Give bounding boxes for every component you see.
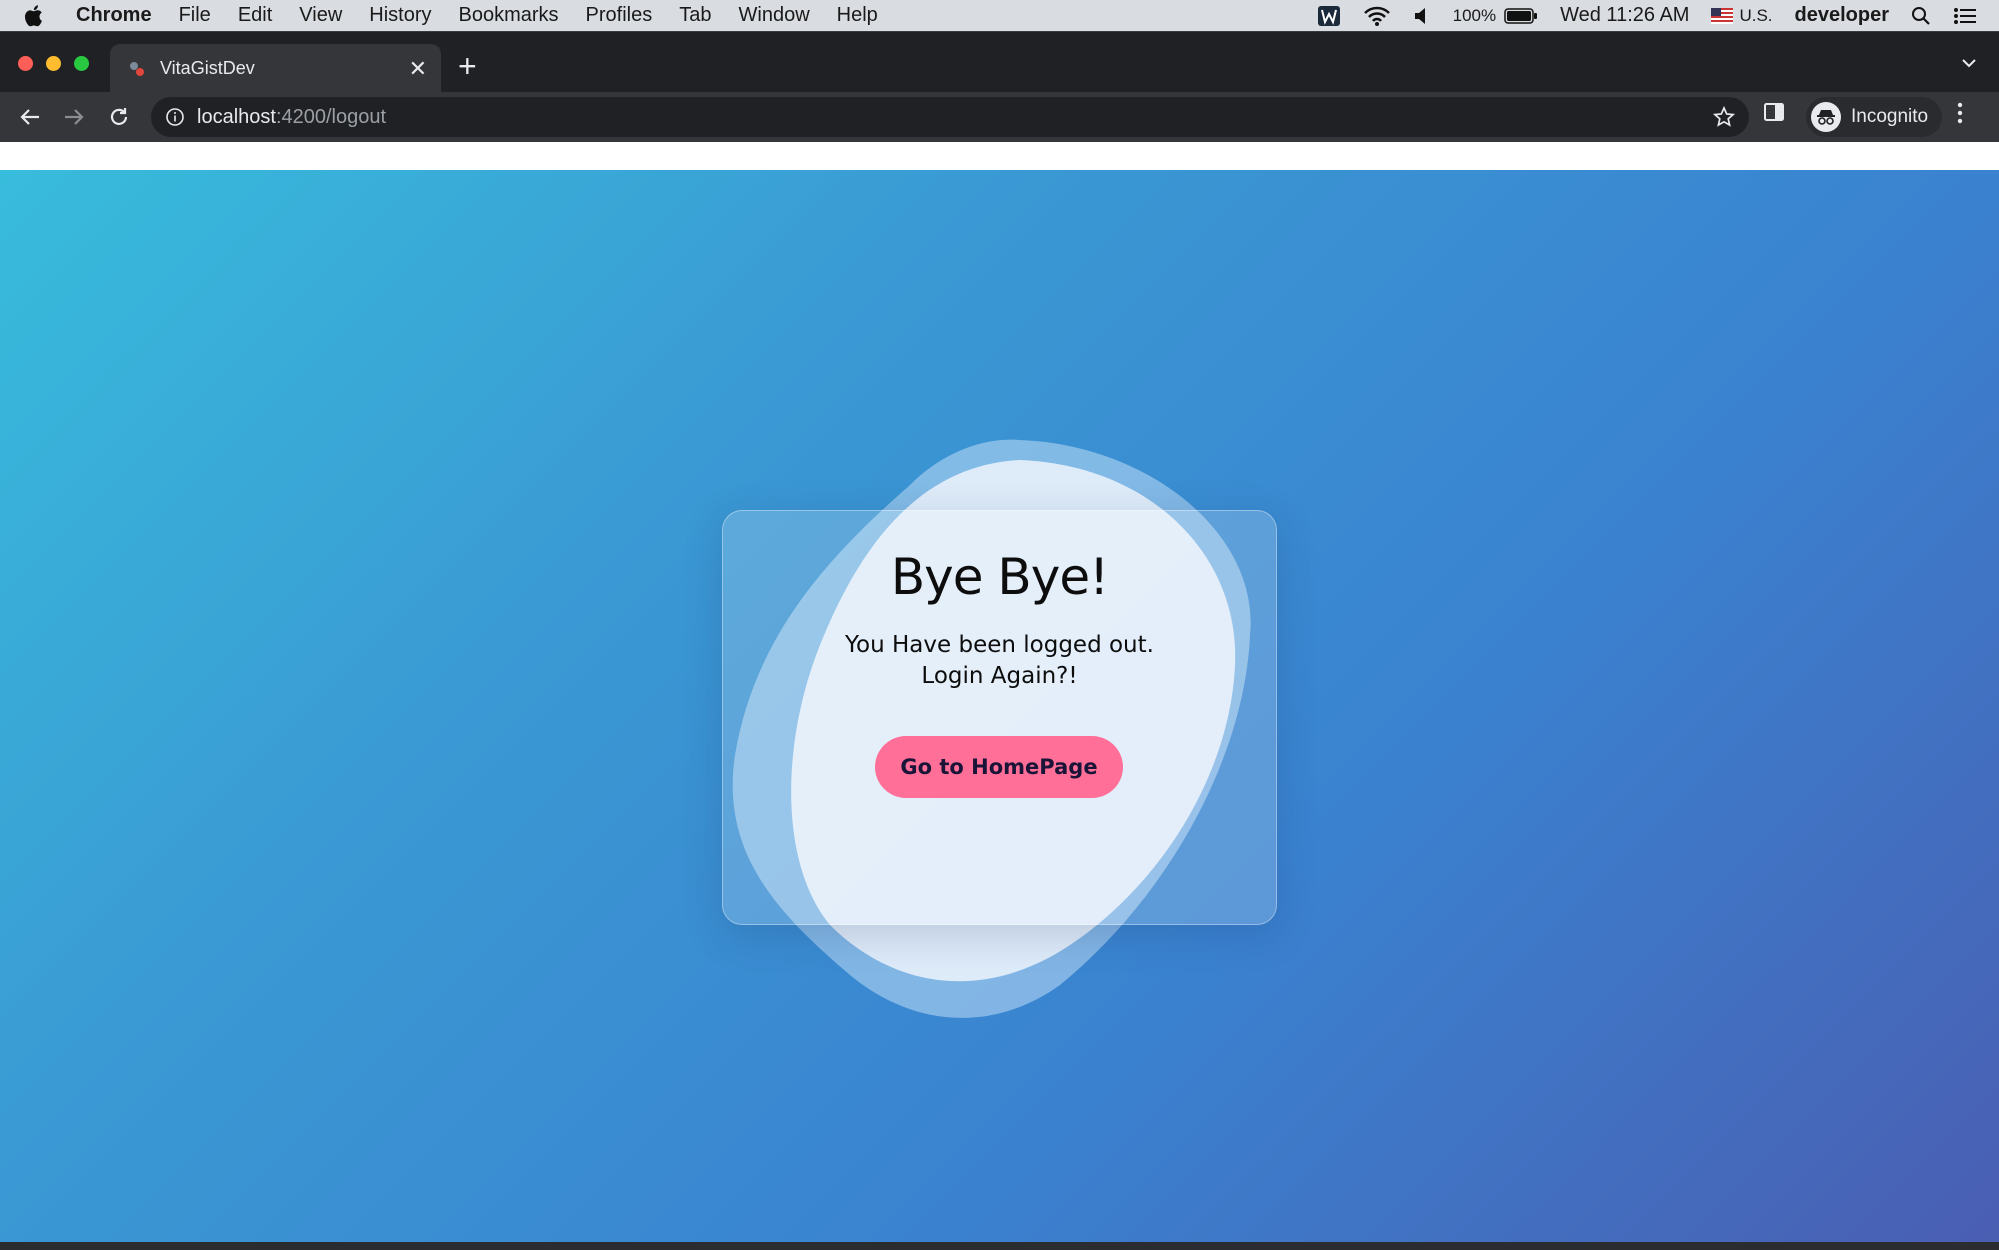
volume-icon[interactable] (1413, 6, 1431, 26)
spotlight-search-icon[interactable] (1911, 6, 1931, 26)
tab-title: VitaGistDev (160, 58, 255, 78)
logout-card-content: Bye Bye! You Have been logged out. Login… (722, 510, 1277, 925)
close-tab-icon[interactable]: ✕ (409, 57, 427, 80)
menu-view[interactable]: View (299, 4, 342, 27)
menu-help[interactable]: Help (837, 4, 878, 27)
site-info-icon[interactable] (165, 107, 185, 127)
menu-history[interactable]: History (369, 4, 431, 27)
web-page: Bye Bye! You Have been logged out. Login… (0, 142, 1999, 1242)
battery-icon[interactable] (1504, 7, 1538, 25)
close-window-button[interactable] (18, 56, 33, 71)
url-path: :4200/logout (275, 105, 387, 128)
url-host: localhost (197, 105, 276, 128)
input-source[interactable]: U.S. (1739, 6, 1772, 26)
browser-toolbar: localhost:4200/logout Incognito (0, 92, 1999, 142)
site-favicon-icon (128, 60, 146, 78)
us-flag-icon (1711, 7, 1734, 24)
address-bar[interactable]: localhost:4200/logout (151, 97, 1749, 137)
more-menu-icon[interactable] (1956, 101, 1964, 125)
writing-tool-icon[interactable] (1317, 5, 1341, 27)
menu-edit[interactable]: Edit (238, 4, 272, 27)
menu-file[interactable]: File (179, 4, 211, 27)
logout-message: You Have been logged out. Login Again?! (722, 630, 1277, 692)
browser-tab-strip: VitaGistDev ✕ + (0, 31, 1999, 93)
minimize-window-button[interactable] (46, 56, 61, 71)
menu-bookmarks[interactable]: Bookmarks (459, 4, 559, 27)
control-center-icon[interactable] (1953, 6, 1977, 26)
menu-tab[interactable]: Tab (679, 4, 711, 27)
back-arrow-icon[interactable] (8, 95, 52, 139)
apple-icon[interactable] (24, 4, 54, 28)
wifi-icon[interactable] (1363, 5, 1391, 27)
menu-window[interactable]: Window (739, 4, 810, 27)
incognito-label: Incognito (1851, 106, 1929, 127)
forward-arrow-icon[interactable] (52, 95, 96, 139)
user-name[interactable]: developer (1795, 4, 1889, 27)
tab-search-chevron-icon[interactable] (1961, 56, 1977, 74)
fullscreen-window-button[interactable] (74, 56, 89, 71)
logout-message-line2: Login Again?! (921, 663, 1078, 689)
side-panel-icon[interactable] (1763, 101, 1785, 123)
incognito-icon (1811, 102, 1841, 132)
reload-icon[interactable] (97, 95, 141, 139)
page-heading: Bye Bye! (890, 548, 1109, 606)
go-to-homepage-button[interactable]: Go to HomePage (875, 736, 1123, 798)
logout-message-line1: You Have been logged out. (845, 632, 1154, 658)
browser-tab[interactable]: VitaGistDev ✕ (110, 44, 441, 93)
logout-background: Bye Bye! You Have been logged out. Login… (0, 170, 1999, 1242)
macos-menu-bar: Chrome File Edit View History Bookmarks … (0, 0, 1999, 31)
bookmark-star-icon[interactable] (1713, 106, 1735, 128)
clock[interactable]: Wed 11:26 AM (1560, 4, 1689, 27)
menu-app-name[interactable]: Chrome (76, 4, 152, 27)
window-bottom-edge (0, 1242, 1999, 1250)
battery-percent: 100% (1452, 5, 1497, 25)
menu-profiles[interactable]: Profiles (586, 4, 653, 27)
new-tab-icon[interactable]: + (458, 50, 477, 82)
incognito-profile-button[interactable]: Incognito (1806, 97, 1942, 137)
